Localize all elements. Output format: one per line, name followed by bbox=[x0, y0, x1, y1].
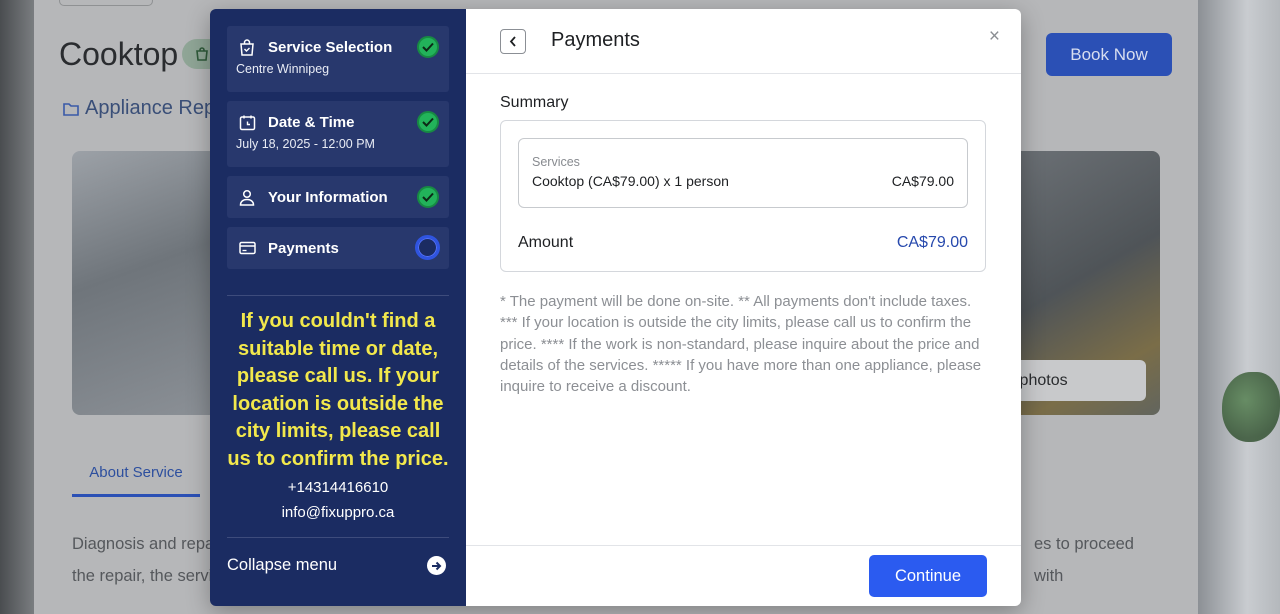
step-payments[interactable]: Payments bbox=[227, 227, 449, 269]
panel-footer-divider bbox=[466, 545, 1021, 546]
summary-card: Services Cooktop (CA$79.00) x 1 person C… bbox=[500, 120, 986, 272]
sidebar-divider bbox=[227, 537, 449, 538]
booking-modal: Service Selection Centre Winnipeg Date &… bbox=[210, 9, 1021, 606]
amount-value: CA$79.00 bbox=[896, 234, 968, 251]
amount-row: Amount CA$79.00 bbox=[518, 234, 968, 252]
amount-label: Amount bbox=[518, 234, 574, 251]
plant-image bbox=[1222, 372, 1280, 442]
step-date-time[interactable]: Date & Time July 18, 2025 - 12:00 PM bbox=[227, 101, 449, 167]
check-icon bbox=[417, 186, 439, 208]
book-now-button[interactable]: Book Now bbox=[1046, 33, 1172, 76]
chevron-left-icon bbox=[509, 36, 516, 47]
step-label: Service Selection bbox=[268, 38, 393, 56]
step-label: Payments bbox=[268, 239, 339, 257]
call-us-notice: If you couldn't find a suitable time or … bbox=[227, 310, 449, 470]
folder-icon bbox=[63, 102, 79, 116]
step-service-selection[interactable]: Service Selection Centre Winnipeg bbox=[227, 26, 449, 92]
arrow-right-circle-icon bbox=[427, 556, 446, 575]
service-price: CA$79.00 bbox=[891, 173, 954, 189]
card-icon bbox=[236, 237, 258, 259]
category-row[interactable]: Appliance Repa bbox=[63, 97, 226, 120]
services-label: Services bbox=[532, 155, 580, 169]
gallery-photo-kitchen[interactable] bbox=[72, 151, 212, 415]
top-tab-outline bbox=[59, 0, 153, 6]
page-title: Cooktop bbox=[59, 36, 179, 72]
collapse-menu-button[interactable]: Collapse menu bbox=[227, 556, 449, 575]
panel-header: Payments × bbox=[466, 9, 1021, 74]
step-your-information[interactable]: Your Information bbox=[227, 176, 449, 218]
step-label: Your Information bbox=[268, 188, 388, 206]
services-card: Services Cooktop (CA$79.00) x 1 person C… bbox=[518, 138, 968, 208]
collapse-menu-label: Collapse menu bbox=[227, 556, 338, 574]
check-icon bbox=[417, 36, 439, 58]
email-link[interactable]: info@fixuppro.ca bbox=[227, 504, 449, 521]
sidebar-divider bbox=[227, 295, 449, 296]
summary-heading: Summary bbox=[500, 94, 569, 111]
close-icon[interactable]: × bbox=[989, 27, 1000, 46]
user-icon bbox=[236, 186, 258, 208]
check-icon bbox=[417, 111, 439, 133]
background-left-image bbox=[0, 0, 34, 614]
tab-about-service[interactable]: About Service bbox=[72, 458, 200, 497]
payments-panel: Payments × Summary Services Cooktop (CA$… bbox=[466, 9, 1021, 606]
step-sublabel: July 18, 2025 - 12:00 PM bbox=[236, 137, 375, 151]
service-line-row: Cooktop (CA$79.00) x 1 person CA$79.00 bbox=[532, 173, 954, 189]
phone-link[interactable]: +14314416610 bbox=[227, 479, 449, 496]
calendar-clock-icon bbox=[236, 111, 258, 133]
continue-button[interactable]: Continue bbox=[869, 555, 987, 597]
step-sublabel: Centre Winnipeg bbox=[236, 62, 330, 76]
payment-notes: * The payment will be done on-site. ** A… bbox=[500, 293, 982, 396]
service-line: Cooktop (CA$79.00) x 1 person bbox=[532, 173, 729, 189]
panel-title: Payments bbox=[551, 29, 640, 51]
step-label: Date & Time bbox=[268, 113, 355, 131]
service-icon bbox=[236, 36, 258, 58]
steps-sidebar: Service Selection Centre Winnipeg Date &… bbox=[210, 9, 466, 606]
bag-icon bbox=[196, 47, 208, 61]
background-right-image bbox=[1198, 0, 1280, 614]
back-button[interactable] bbox=[500, 29, 526, 54]
category-label: Appliance Repa bbox=[85, 97, 227, 119]
current-step-indicator-icon bbox=[415, 235, 440, 260]
about-line-1-right: es to proceed with bbox=[1034, 535, 1134, 585]
